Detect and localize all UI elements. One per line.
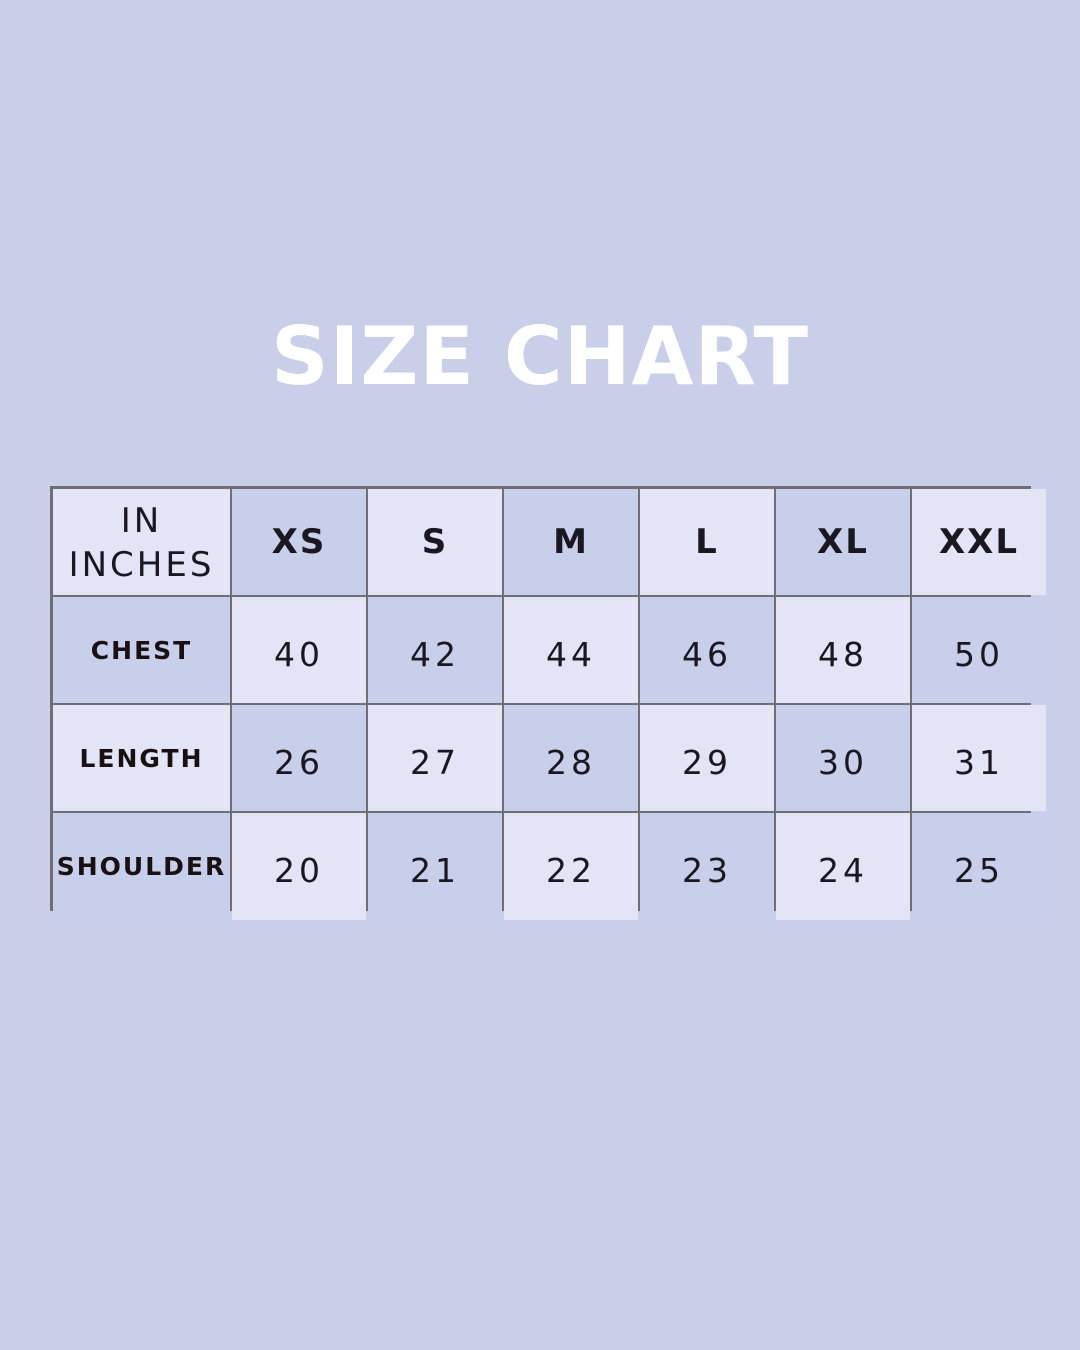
size-header-xl: XL bbox=[776, 489, 910, 595]
chest-value-s: 42 bbox=[368, 597, 502, 703]
row-label-length: LENGTH bbox=[53, 705, 230, 811]
length-value-xs: 26 bbox=[232, 705, 366, 811]
units-label-line2: INCHES bbox=[68, 545, 215, 585]
shoulder-value-xl: 24 bbox=[776, 813, 910, 920]
units-label-line1: IN bbox=[120, 501, 163, 541]
shoulder-value-l: 23 bbox=[640, 813, 774, 920]
chest-value-xl: 48 bbox=[776, 597, 910, 703]
length-value-m: 28 bbox=[504, 705, 638, 811]
row-label-shoulder: SHOULDER bbox=[53, 813, 230, 920]
size-chart-table: IN INCHES XS S M L XL XXL CHEST 40 42 44… bbox=[50, 486, 1046, 920]
size-header-m: M bbox=[504, 489, 638, 595]
size-header-l: L bbox=[640, 489, 774, 595]
size-header-xxl: XXL bbox=[912, 489, 1046, 595]
shoulder-value-m: 22 bbox=[504, 813, 638, 920]
page-title: SIZE CHART bbox=[270, 310, 810, 403]
length-value-xxl: 31 bbox=[912, 705, 1046, 811]
length-value-l: 29 bbox=[640, 705, 774, 811]
size-header-xs: XS bbox=[232, 489, 366, 595]
chest-value-l: 46 bbox=[640, 597, 774, 703]
shoulder-value-s: 21 bbox=[368, 813, 502, 920]
chest-value-xxl: 50 bbox=[912, 597, 1046, 703]
shoulder-value-xs: 20 bbox=[232, 813, 366, 920]
units-header-cell: IN INCHES bbox=[53, 489, 230, 595]
shoulder-value-xxl: 25 bbox=[912, 813, 1046, 920]
length-value-xl: 30 bbox=[776, 705, 910, 811]
length-value-s: 27 bbox=[368, 705, 502, 811]
size-header-s: S bbox=[368, 489, 502, 595]
row-label-chest: CHEST bbox=[53, 597, 230, 703]
chest-value-m: 44 bbox=[504, 597, 638, 703]
chest-value-xs: 40 bbox=[232, 597, 366, 703]
